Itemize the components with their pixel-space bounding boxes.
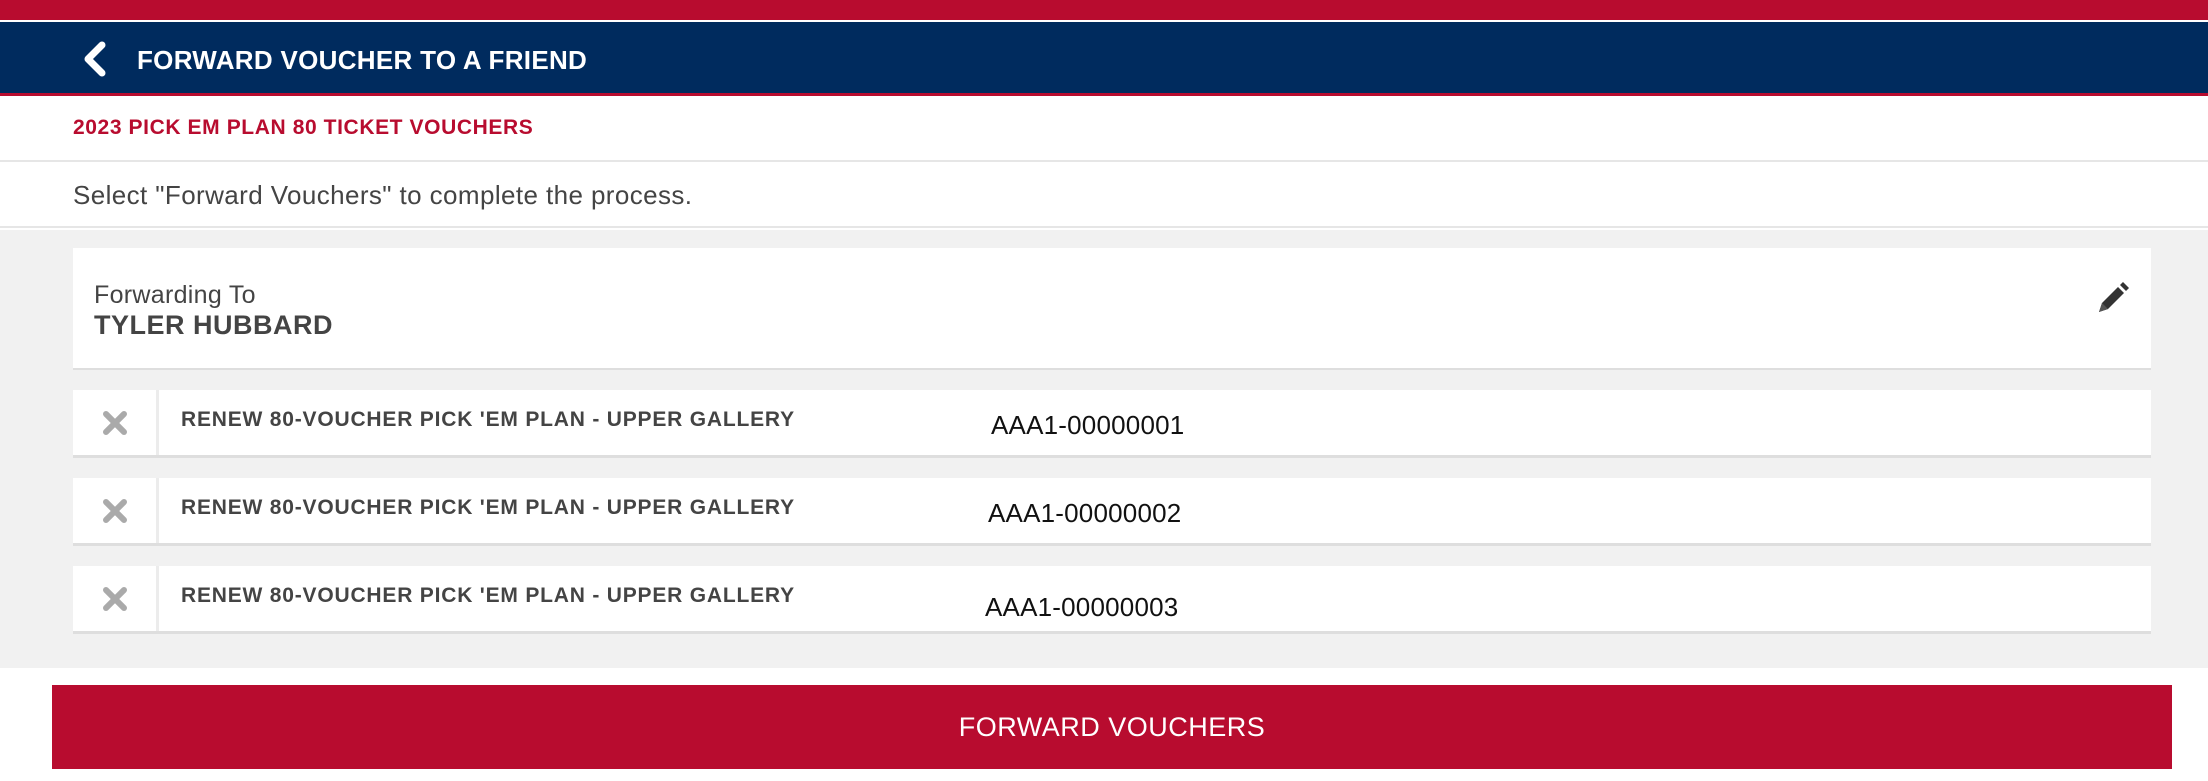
chevron-left-icon: [84, 41, 106, 77]
remove-voucher-button[interactable]: [73, 390, 159, 455]
voucher-name: RENEW 80-VOUCHER PICK 'EM PLAN - UPPER G…: [181, 408, 795, 431]
page-title: FORWARD VOUCHER TO A FRIEND: [137, 45, 588, 75]
close-icon: [102, 586, 127, 611]
edit-recipient-button[interactable]: [2091, 278, 2133, 320]
instruction-text: Select "Forward Vouchers" to complete th…: [73, 180, 693, 210]
top-accent-stripe: [0, 0, 2208, 20]
voucher-row: RENEW 80-VOUCHER PICK 'EM PLAN - UPPER G…: [73, 390, 2151, 458]
voucher-name: RENEW 80-VOUCHER PICK 'EM PLAN - UPPER G…: [181, 496, 795, 519]
voucher-code: AAA1-00000003: [985, 592, 1179, 622]
voucher-code: AAA1-00000002: [988, 498, 1182, 528]
close-icon: [102, 410, 127, 435]
close-icon: [102, 498, 127, 523]
page-header: FORWARD VOUCHER TO A FRIEND: [0, 20, 2208, 96]
back-button[interactable]: [78, 40, 112, 78]
voucher-name: RENEW 80-VOUCHER PICK 'EM PLAN - UPPER G…: [181, 584, 795, 607]
recipient-name: TYLER HUBBARD: [94, 310, 333, 340]
pencil-icon: [2099, 282, 2129, 312]
forwarding-to-card: Forwarding To TYLER HUBBARD: [73, 248, 2151, 370]
instruction-bar: Select "Forward Vouchers" to complete th…: [0, 164, 2208, 228]
subtitle-bar: 2023 PICK EM PLAN 80 TICKET VOUCHERS: [0, 99, 2208, 162]
plan-subtitle: 2023 PICK EM PLAN 80 TICKET VOUCHERS: [73, 116, 534, 139]
content-area: Forwarding To TYLER HUBBARD RENEW 80-VOU…: [0, 230, 2208, 668]
voucher-row: RENEW 80-VOUCHER PICK 'EM PLAN - UPPER G…: [73, 478, 2151, 546]
forward-vouchers-button[interactable]: FORWARD VOUCHERS: [52, 685, 2172, 769]
voucher-code: AAA1-00000001: [991, 410, 1185, 440]
remove-voucher-button[interactable]: [73, 478, 159, 543]
bottom-spacer: [0, 769, 2208, 781]
remove-voucher-button[interactable]: [73, 566, 159, 631]
forwarding-to-label: Forwarding To: [94, 281, 256, 309]
voucher-row: RENEW 80-VOUCHER PICK 'EM PLAN - UPPER G…: [73, 566, 2151, 634]
